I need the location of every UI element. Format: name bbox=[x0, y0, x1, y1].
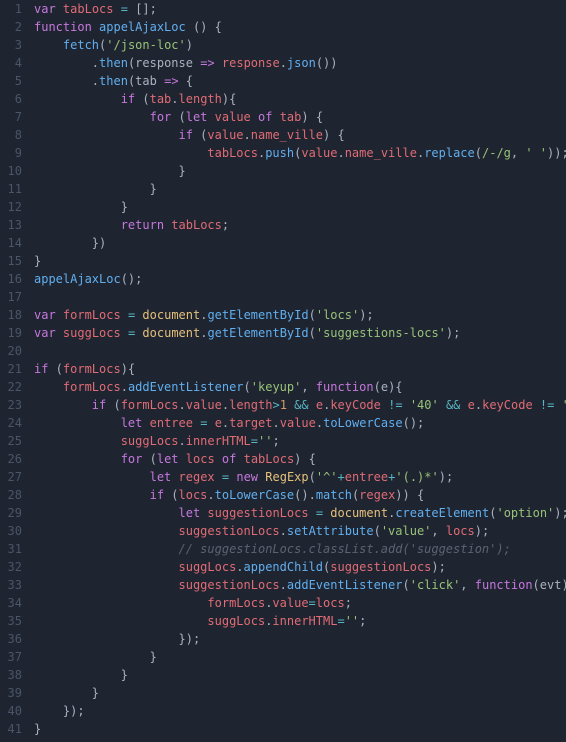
line-number: 1 bbox=[4, 0, 22, 18]
code-line[interactable]: suggestionLocs.addEventListener('click',… bbox=[34, 576, 566, 594]
line-number: 16 bbox=[4, 270, 22, 288]
line-number: 6 bbox=[4, 90, 22, 108]
line-number: 22 bbox=[4, 378, 22, 396]
line-number: 15 bbox=[4, 252, 22, 270]
line-number: 29 bbox=[4, 504, 22, 522]
line-number: 39 bbox=[4, 684, 22, 702]
code-line[interactable]: }); bbox=[34, 702, 566, 720]
code-line[interactable]: for (let locs of tabLocs) { bbox=[34, 450, 566, 468]
code-line[interactable]: let regex = new RegExp('^'+entree+'(.)*'… bbox=[34, 468, 566, 486]
code-line[interactable]: } bbox=[34, 252, 566, 270]
code-line[interactable]: let suggestionLocs = document.createElem… bbox=[34, 504, 566, 522]
line-number: 30 bbox=[4, 522, 22, 540]
code-line[interactable]: .then(tab => { bbox=[34, 72, 566, 90]
code-line[interactable]: return tabLocs; bbox=[34, 216, 566, 234]
line-number: 18 bbox=[4, 306, 22, 324]
code-line[interactable]: if (formLocs.value.length>1 && e.keyCode… bbox=[34, 396, 566, 414]
line-number: 13 bbox=[4, 216, 22, 234]
code-line[interactable]: appelAjaxLoc(); bbox=[34, 270, 566, 288]
code-line[interactable] bbox=[34, 342, 566, 360]
line-number: 19 bbox=[4, 324, 22, 342]
line-number: 27 bbox=[4, 468, 22, 486]
line-number: 10 bbox=[4, 162, 22, 180]
line-number: 7 bbox=[4, 108, 22, 126]
line-number: 9 bbox=[4, 144, 22, 162]
code-line[interactable]: var suggLocs = document.getElementById('… bbox=[34, 324, 566, 342]
code-line[interactable]: }) bbox=[34, 234, 566, 252]
line-number: 17 bbox=[4, 288, 22, 306]
code-line[interactable] bbox=[34, 288, 566, 306]
code-line[interactable]: } bbox=[34, 648, 566, 666]
line-number: 33 bbox=[4, 576, 22, 594]
code-line[interactable]: suggestionLocs.setAttribute('value', loc… bbox=[34, 522, 566, 540]
line-number: 37 bbox=[4, 648, 22, 666]
line-number: 26 bbox=[4, 450, 22, 468]
line-number: 32 bbox=[4, 558, 22, 576]
line-number: 36 bbox=[4, 630, 22, 648]
code-line[interactable]: for (let value of tab) { bbox=[34, 108, 566, 126]
code-line[interactable]: } bbox=[34, 684, 566, 702]
code-line[interactable]: var tabLocs = []; bbox=[34, 0, 566, 18]
line-number: 23 bbox=[4, 396, 22, 414]
line-number: 24 bbox=[4, 414, 22, 432]
line-number: 11 bbox=[4, 180, 22, 198]
line-number-gutter: 1234567891011121314151617181920212223242… bbox=[0, 0, 30, 742]
code-editor-content[interactable]: var tabLocs = [];function appelAjaxLoc (… bbox=[30, 0, 566, 742]
line-number: 14 bbox=[4, 234, 22, 252]
code-line[interactable]: if (value.name_ville) { bbox=[34, 126, 566, 144]
line-number: 5 bbox=[4, 72, 22, 90]
code-line[interactable]: if (formLocs){ bbox=[34, 360, 566, 378]
line-number: 34 bbox=[4, 594, 22, 612]
code-line[interactable]: let entree = e.target.value.toLowerCase(… bbox=[34, 414, 566, 432]
line-number: 21 bbox=[4, 360, 22, 378]
line-number: 40 bbox=[4, 702, 22, 720]
code-line[interactable]: formLocs.addEventListener('keyup', funct… bbox=[34, 378, 566, 396]
line-number: 41 bbox=[4, 720, 22, 738]
line-number: 28 bbox=[4, 486, 22, 504]
line-number: 8 bbox=[4, 126, 22, 144]
code-line[interactable]: } bbox=[34, 720, 566, 738]
code-line[interactable]: } bbox=[34, 180, 566, 198]
code-line[interactable]: fetch('/json-loc') bbox=[34, 36, 566, 54]
code-line[interactable]: tabLocs.push(value.name_ville.replace(/-… bbox=[34, 144, 566, 162]
line-number: 2 bbox=[4, 18, 22, 36]
code-line[interactable]: } bbox=[34, 198, 566, 216]
line-number: 38 bbox=[4, 666, 22, 684]
line-number: 25 bbox=[4, 432, 22, 450]
code-line[interactable]: .then(response => response.json()) bbox=[34, 54, 566, 72]
line-number: 35 bbox=[4, 612, 22, 630]
code-line[interactable]: } bbox=[34, 666, 566, 684]
code-line[interactable]: if (locs.toLowerCase().match(regex)) { bbox=[34, 486, 566, 504]
code-line[interactable]: suggLocs.innerHTML=''; bbox=[34, 432, 566, 450]
code-line[interactable]: formLocs.value=locs; bbox=[34, 594, 566, 612]
line-number: 3 bbox=[4, 36, 22, 54]
code-line[interactable]: } bbox=[34, 162, 566, 180]
line-number: 4 bbox=[4, 54, 22, 72]
code-line[interactable]: var formLocs = document.getElementById('… bbox=[34, 306, 566, 324]
code-line[interactable]: // suggestionLocs.classList.add('suggest… bbox=[34, 540, 566, 558]
code-line[interactable]: if (tab.length){ bbox=[34, 90, 566, 108]
line-number: 12 bbox=[4, 198, 22, 216]
line-number: 31 bbox=[4, 540, 22, 558]
code-line[interactable]: suggLocs.appendChild(suggestionLocs); bbox=[34, 558, 566, 576]
code-line[interactable]: function appelAjaxLoc () { bbox=[34, 18, 566, 36]
line-number: 20 bbox=[4, 342, 22, 360]
code-line[interactable]: }); bbox=[34, 630, 566, 648]
code-line[interactable]: suggLocs.innerHTML=''; bbox=[34, 612, 566, 630]
